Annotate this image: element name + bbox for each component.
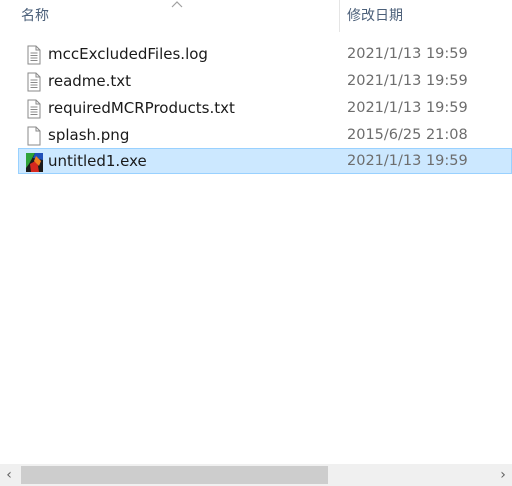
file-row-requiredmcrproducts[interactable]: requiredMCRProducts.txt 2021/1/13 19:59 [18,95,512,121]
column-divider[interactable] [339,0,340,32]
column-header-bar: 名称 修改日期 [0,0,512,32]
scroll-left-button[interactable]: ‹ [0,464,18,486]
file-name: requiredMCRProducts.txt [48,99,235,117]
matlab-exe-icon [26,153,43,172]
horizontal-scrollbar[interactable]: ‹ › [0,464,512,486]
file-date: 2021/1/13 19:59 [347,100,468,116]
column-header-date-modified[interactable]: 修改日期 [347,0,403,32]
file-date: 2021/1/13 19:59 [347,153,468,169]
column-header-name[interactable]: 名称 [21,0,49,32]
text-file-icon [27,45,41,65]
file-name: splash.png [48,126,130,144]
file-explorer-list-view: 名称 修改日期 mccExcludedFiles.log 2021/1/13 1… [0,0,512,486]
file-date: 2015/6/25 21:08 [347,127,468,143]
file-name: readme.txt [48,72,132,90]
text-file-icon [27,72,41,92]
file-row-untitled1-selected[interactable]: untitled1.exe 2021/1/13 19:59 [18,148,512,174]
file-row-readme[interactable]: readme.txt 2021/1/13 19:59 [18,68,512,94]
file-name: mccExcludedFiles.log [48,45,208,63]
scroll-right-button[interactable]: › [494,464,512,486]
sort-ascending-icon [171,1,183,8]
scroll-thumb[interactable] [21,466,328,484]
file-name: untitled1.exe [48,152,147,170]
file-row-mccexcludedfiles[interactable]: mccExcludedFiles.log 2021/1/13 19:59 [18,41,512,67]
file-date: 2021/1/13 19:59 [347,73,468,89]
file-date: 2021/1/13 19:59 [347,46,468,62]
text-file-icon [27,99,41,119]
file-row-splash[interactable]: splash.png 2015/6/25 21:08 [18,122,512,148]
blank-file-icon [27,126,41,146]
